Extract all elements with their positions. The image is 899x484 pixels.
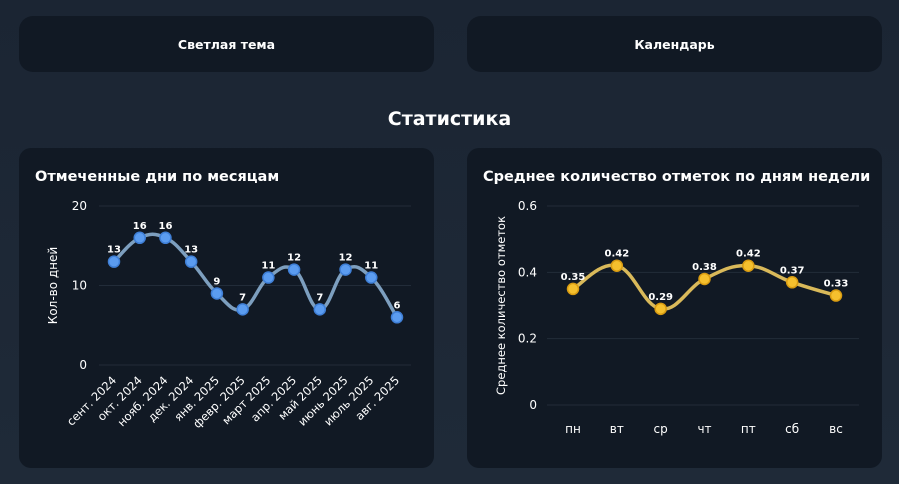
y-tick-label: 10 [72, 279, 87, 293]
data-point [698, 272, 711, 286]
monthly-days-chart-card: Отмеченные дни по месяцам 0 10 20 Кол-во дн… [19, 148, 434, 468]
data-point [287, 263, 301, 276]
data-point [184, 255, 198, 268]
data-label: 11 [261, 261, 275, 272]
data-point [785, 276, 799, 289]
y-tick-label: 0 [529, 398, 537, 412]
data-point [742, 259, 755, 272]
x-tick-label: ср [654, 422, 668, 436]
data-label: 16 [133, 221, 147, 232]
data-label: 9 [213, 276, 220, 287]
data-label: 6 [394, 300, 401, 311]
x-tick-label: вс [829, 422, 843, 436]
data-label: 0.42 [736, 249, 761, 260]
data-point [654, 302, 667, 316]
data-label: 13 [107, 245, 121, 256]
data-point [610, 259, 624, 272]
data-point [236, 303, 249, 316]
data-label: 0.33 [824, 279, 849, 290]
data-label: 12 [339, 253, 353, 264]
x-tick-label: пт [741, 422, 756, 436]
data-point [159, 231, 172, 245]
data-label: 16 [158, 221, 172, 232]
y-tick-label: 0 [79, 358, 87, 372]
y-tick-label: 0.2 [518, 332, 537, 346]
calendar-button[interactable]: Календарь [467, 16, 882, 72]
statistics-title: Статистика [387, 108, 512, 130]
calendar-label: Календарь [634, 36, 715, 52]
x-tick-label: пн [565, 422, 581, 436]
data-point [262, 271, 275, 284]
weekday-average-chart-card: Среднее количество отметок по дням недел… [467, 148, 882, 468]
data-point [566, 282, 580, 296]
x-tick-label: сб [785, 422, 799, 436]
y-axis-label: Кол-во дней [46, 247, 60, 324]
y-tick-label: 0.4 [518, 265, 537, 279]
data-point [829, 289, 843, 302]
y-tick-label: 20 [72, 199, 87, 213]
x-tick-label: чт [697, 422, 711, 436]
monthly-days-chart: 01020Кол-во дней 1316 1613971112712116сент… [46, 199, 411, 431]
series-line [112, 232, 399, 320]
data-label: 11 [364, 261, 378, 272]
data-point [133, 231, 146, 245]
y-tick-label: 0.6 [518, 199, 537, 213]
data-label: 0.38 [692, 262, 717, 273]
data-label: 0.37 [780, 265, 805, 276]
data-label: 7 [316, 292, 323, 303]
data-label: 12 [287, 253, 301, 264]
data-point [210, 287, 224, 300]
data-point [107, 255, 121, 268]
data-point [339, 263, 352, 276]
data-point [390, 311, 404, 324]
y-axis-label: Среднее количество отметок [494, 216, 508, 395]
data-label: 13 [184, 245, 198, 256]
data-point [313, 303, 327, 316]
x-tick-label: вт [610, 422, 624, 436]
light-theme-label: Светлая тема [177, 36, 276, 52]
data-label: 0.29 [648, 292, 673, 303]
data-label: 7 [239, 292, 246, 303]
data-label: 0.35 [561, 272, 586, 283]
weekday-average-chart: 0 0.2 0.4 0.6 Среднее количество отметок 0.35… [494, 199, 859, 436]
data-point [365, 271, 378, 284]
light-theme-button[interactable]: Светлая тема [19, 16, 434, 72]
data-label: 0.42 [604, 249, 629, 260]
